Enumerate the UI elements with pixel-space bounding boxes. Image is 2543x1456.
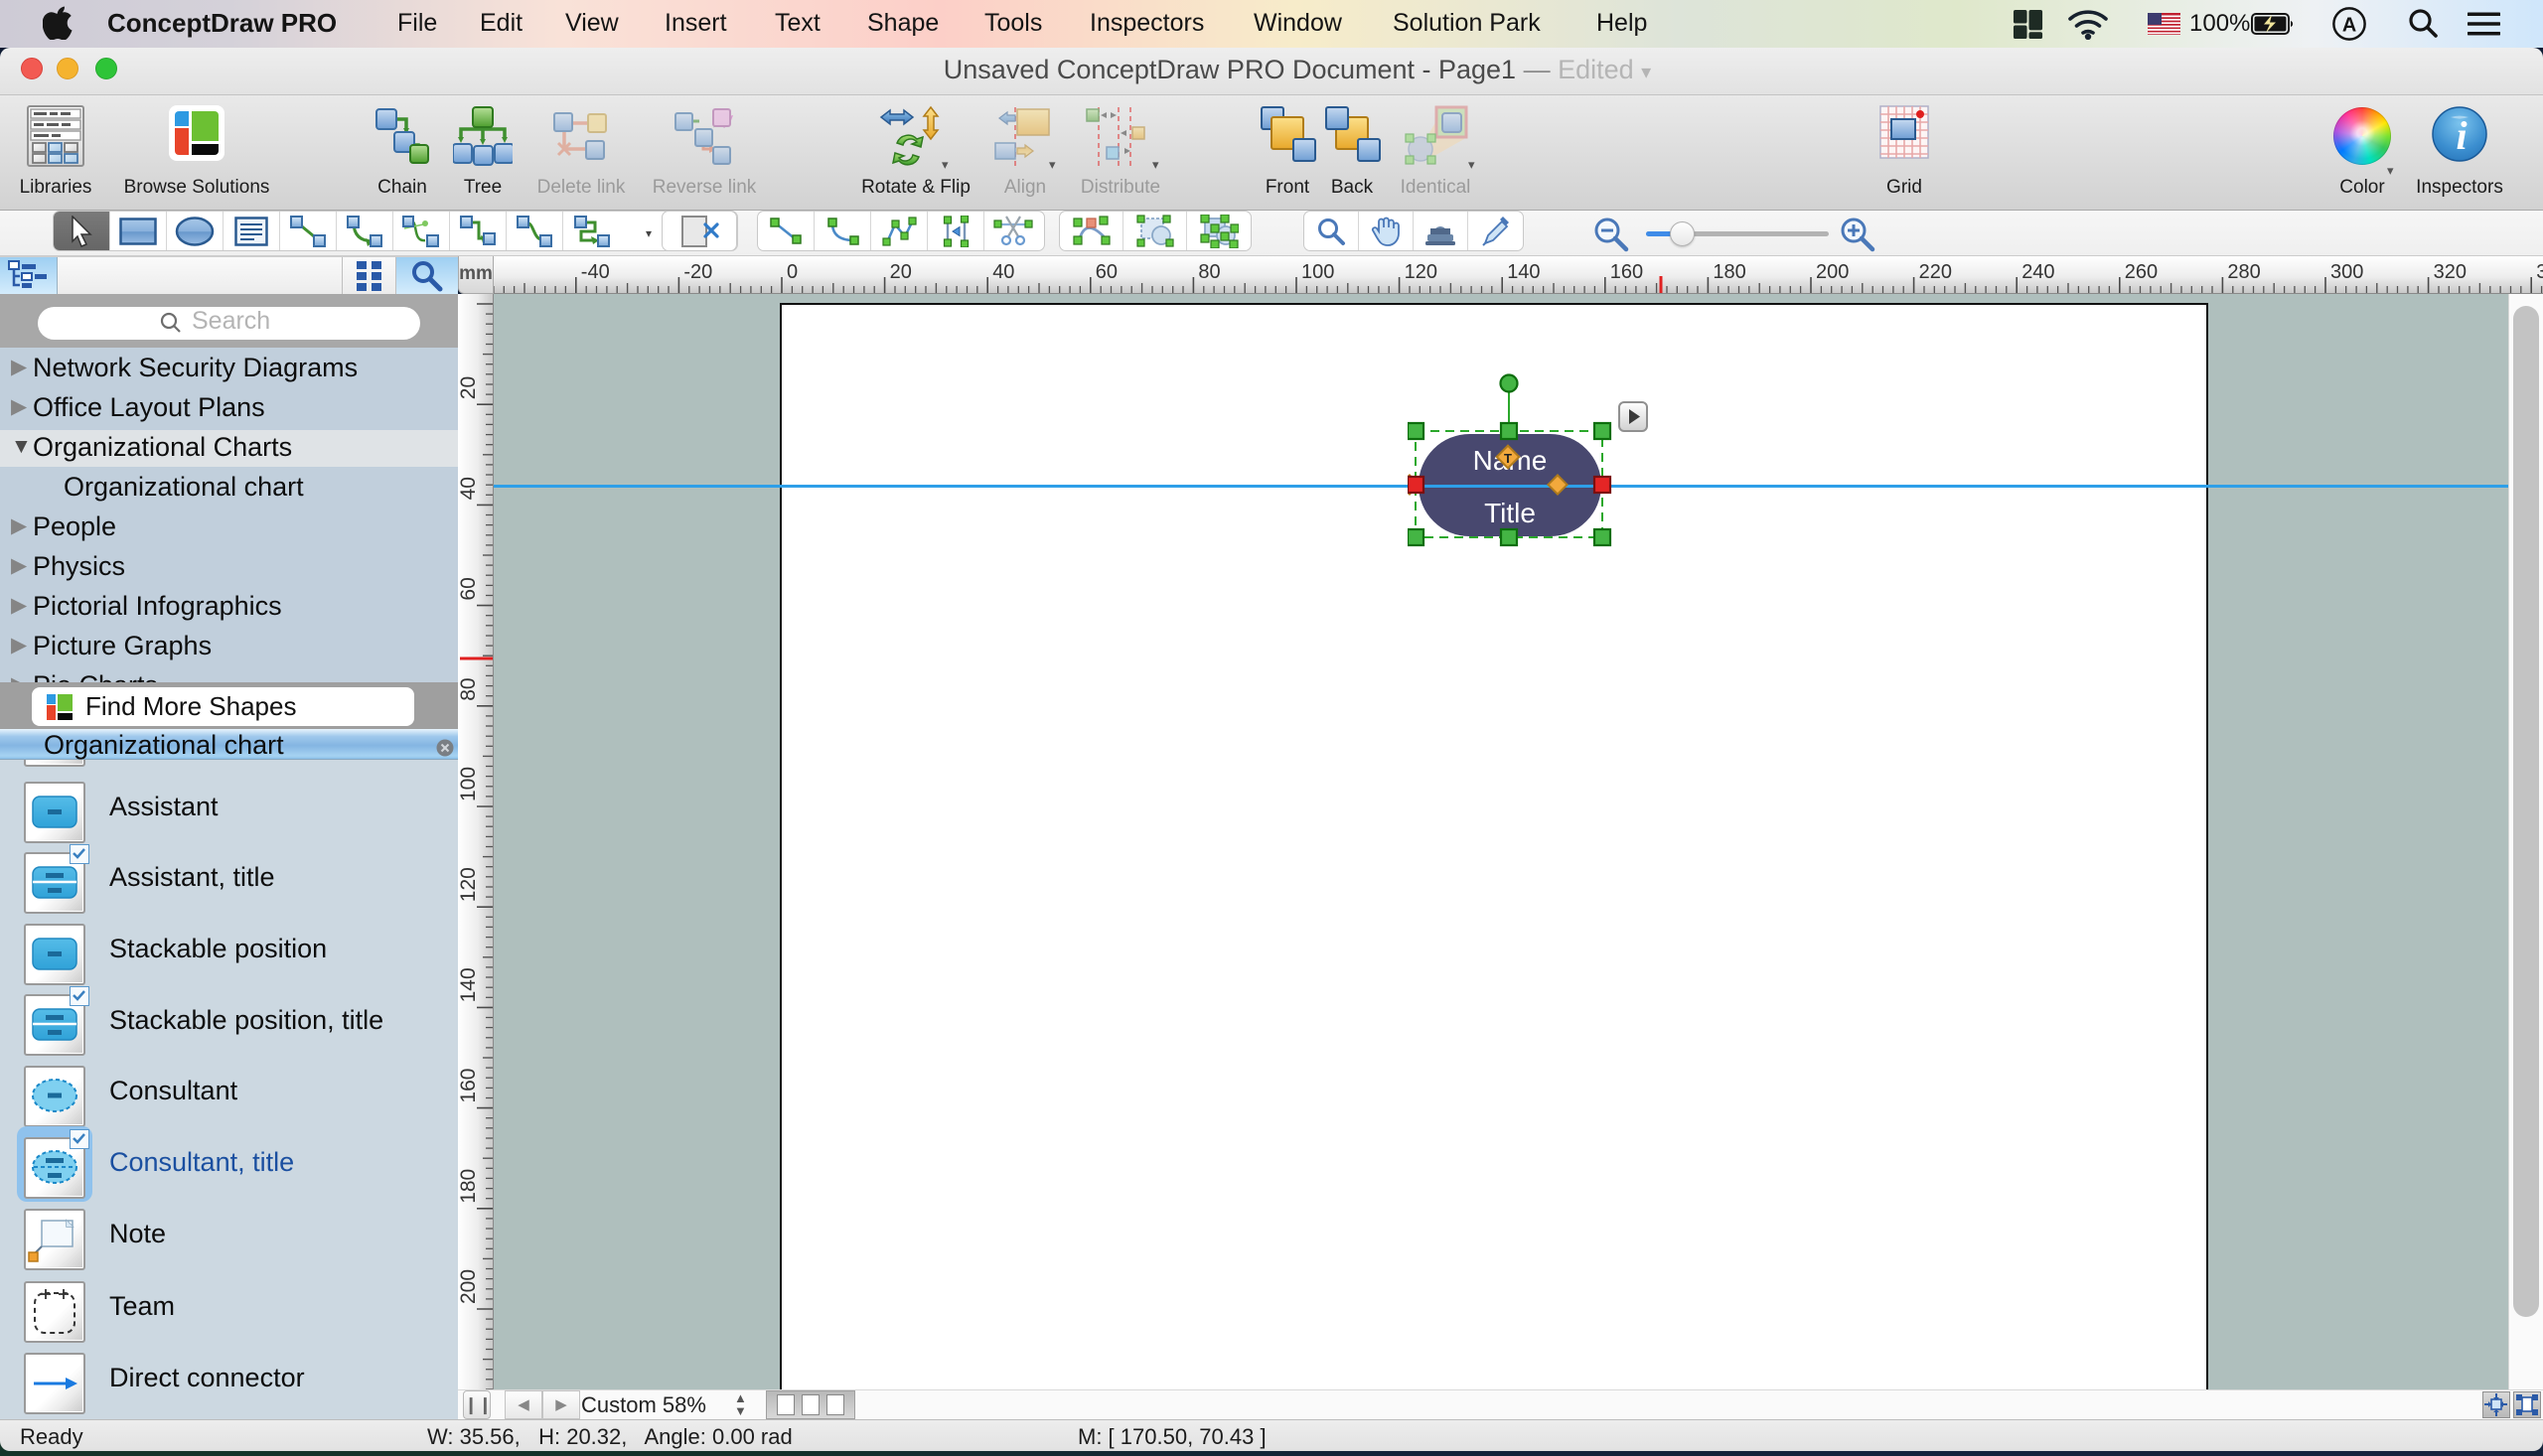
- svg-text:240: 240: [2021, 261, 2054, 283]
- svg-text:160: 160: [1610, 261, 1643, 283]
- svg-text:120: 120: [1405, 261, 1437, 283]
- svg-text:60: 60: [458, 577, 480, 600]
- svg-text:20: 20: [890, 261, 912, 283]
- svg-text:60: 60: [1096, 261, 1118, 283]
- svg-text:320: 320: [2434, 261, 2467, 283]
- svg-text:100: 100: [1301, 261, 1334, 283]
- svg-text:80: 80: [458, 677, 480, 700]
- svg-text:140: 140: [458, 967, 480, 1002]
- svg-text:300: 300: [2330, 261, 2363, 283]
- svg-text:120: 120: [458, 867, 480, 902]
- svg-text:140: 140: [1507, 261, 1540, 283]
- svg-text:A: A: [2342, 15, 2356, 37]
- svg-text:220: 220: [1919, 261, 1952, 283]
- svg-text:200: 200: [1816, 261, 1849, 283]
- svg-text:40: 40: [992, 261, 1014, 283]
- svg-text:80: 80: [1198, 261, 1220, 283]
- svg-text:i: i: [2456, 113, 2467, 158]
- svg-text:-20: -20: [683, 261, 712, 283]
- svg-text:200: 200: [458, 1269, 480, 1304]
- svg-text:-40: -40: [581, 261, 610, 283]
- svg-text:180: 180: [458, 1169, 480, 1204]
- svg-text:T: T: [1504, 451, 1512, 466]
- svg-text:260: 260: [2125, 261, 2158, 283]
- svg-text:40: 40: [458, 477, 480, 500]
- svg-text:340: 340: [2536, 261, 2543, 283]
- svg-text:180: 180: [1713, 261, 1745, 283]
- svg-text:20: 20: [458, 376, 480, 399]
- svg-text:160: 160: [458, 1069, 480, 1103]
- svg-text:280: 280: [2227, 261, 2260, 283]
- svg-text:100: 100: [458, 767, 480, 801]
- svg-text:0: 0: [787, 261, 798, 283]
